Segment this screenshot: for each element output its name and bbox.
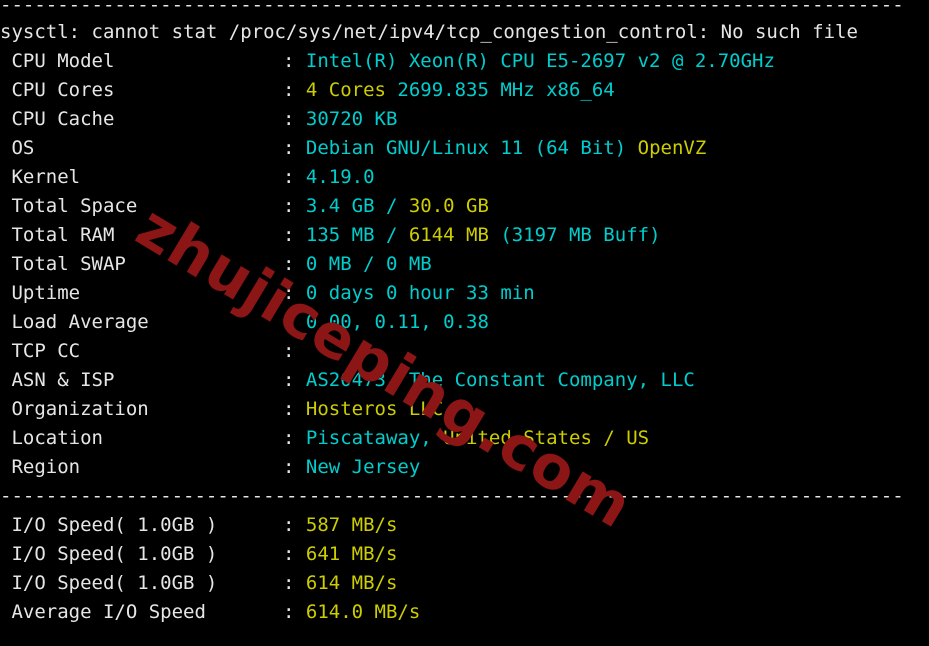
system-info-colon: : (283, 311, 306, 333)
io-speed-colon: : (283, 572, 306, 594)
system-info-colon: : (283, 50, 306, 72)
system-info-value: Piscataway, (305, 427, 444, 449)
io-speed-colon: : (283, 514, 306, 536)
system-info-row: CPU Cores: 4 Cores 2699.835 MHz x86_64 (0, 76, 929, 105)
system-info-label: Location (0, 427, 103, 449)
system-info-row: Total SWAP: 0 MB / 0 MB (0, 250, 929, 279)
io-speed-value: 614.0 MB/s (305, 601, 421, 623)
io-speed-label: I/O Speed( 1.0GB ) (0, 572, 218, 594)
system-info-value: 0 MB / 0 MB (305, 253, 432, 275)
system-info-colon: : (283, 224, 306, 246)
terminal-screen: ----------------------------------------… (0, 0, 929, 646)
io-speed-label: I/O Speed( 1.0GB ) (0, 514, 218, 536)
separator-top: ----------------------------------------… (0, 0, 904, 16)
system-info-value: 0.00, 0.11, 0.38 (305, 311, 489, 333)
system-info-label: CPU Cache (0, 108, 115, 130)
system-info-value: 135 MB / (305, 224, 409, 246)
system-info-value: OpenVZ (637, 137, 707, 159)
system-info-colon: : (283, 398, 306, 420)
system-info-colon: : (283, 108, 306, 130)
system-info-block: CPU Model: Intel(R) Xeon(R) CPU E5-2697 … (0, 47, 929, 482)
system-info-label: Uptime (0, 282, 81, 304)
system-info-value: 6144 MB (408, 224, 501, 246)
system-info-row: Uptime: 0 days 0 hour 33 min (0, 279, 929, 308)
system-info-colon: : (283, 282, 306, 304)
io-speed-label: I/O Speed( 1.0GB ) (0, 543, 218, 565)
system-info-value: 3.4 GB / (305, 195, 409, 217)
system-info-label: Kernel (0, 166, 81, 188)
system-info-row: CPU Cache: 30720 KB (0, 105, 929, 134)
system-info-value: Hosteros LLC (305, 398, 444, 420)
system-info-row: Kernel: 4.19.0 (0, 163, 929, 192)
io-speed-value: 614 MB/s (305, 572, 398, 594)
io-speed-row: I/O Speed( 1.0GB ): 587 MB/s (0, 511, 929, 540)
system-info-value: (3197 MB Buff) (500, 224, 661, 246)
system-info-row: Region: New Jersey (0, 453, 929, 482)
system-info-row: TCP CC: (0, 337, 929, 366)
system-info-value: 0 days 0 hour 33 min (305, 282, 535, 304)
sysctl-error-line: sysctl: cannot stat /proc/sys/net/ipv4/t… (0, 21, 858, 43)
system-info-row: Total Space: 3.4 GB / 30.0 GB (0, 192, 929, 221)
system-info-colon: : (283, 195, 306, 217)
system-info-value: AS20473, The Constant Company, LLC (305, 369, 695, 391)
system-info-value: 2699.835 MHz x86_64 (397, 79, 615, 101)
system-info-colon: : (283, 369, 306, 391)
system-info-value: United States / US (443, 427, 650, 449)
system-info-row: Organization: Hosteros LLC (0, 395, 929, 424)
system-info-label: Organization (0, 398, 149, 420)
system-info-row: Location: Piscataway, United States / US (0, 424, 929, 453)
system-info-label: Total SWAP (0, 253, 126, 275)
io-speed-block: I/O Speed( 1.0GB ): 587 MB/s I/O Speed( … (0, 511, 929, 627)
system-info-label: ASN & ISP (0, 369, 115, 391)
system-info-colon: : (283, 79, 306, 101)
system-info-value: Intel(R) Xeon(R) CPU E5-2697 v2 @ 2.70GH… (305, 50, 775, 72)
system-info-label: TCP CC (0, 340, 81, 362)
io-speed-colon: : (283, 601, 306, 623)
system-info-value: Debian GNU/Linux 11 (64 Bit) (305, 137, 638, 159)
system-info-colon: : (283, 166, 306, 188)
system-info-value: 4.19.0 (305, 166, 375, 188)
io-speed-value: 587 MB/s (305, 514, 398, 536)
system-info-row: CPU Model: Intel(R) Xeon(R) CPU E5-2697 … (0, 47, 929, 76)
system-info-row: OS: Debian GNU/Linux 11 (64 Bit) OpenVZ (0, 134, 929, 163)
system-info-label: Total Space (0, 195, 138, 217)
system-info-row: Load Average: 0.00, 0.11, 0.38 (0, 308, 929, 337)
system-info-label: OS (0, 137, 35, 159)
io-speed-row: I/O Speed( 1.0GB ): 614 MB/s (0, 569, 929, 598)
io-speed-row: Average I/O Speed: 614.0 MB/s (0, 598, 929, 627)
io-speed-value: 641 MB/s (305, 543, 398, 565)
separator-middle: ----------------------------------------… (0, 485, 904, 507)
system-info-value: 4 Cores (305, 79, 398, 101)
system-info-row: ASN & ISP: AS20473, The Constant Company… (0, 366, 929, 395)
system-info-label: CPU Model (0, 50, 115, 72)
system-info-value: 30.0 GB (408, 195, 489, 217)
system-info-colon: : (283, 427, 306, 449)
system-info-label: Load Average (0, 311, 149, 333)
system-info-colon: : (283, 340, 306, 362)
io-speed-label: Average I/O Speed (0, 601, 206, 623)
system-info-label: CPU Cores (0, 79, 115, 101)
system-info-value: 30720 KB (305, 108, 398, 130)
system-info-label: Total RAM (0, 224, 115, 246)
io-speed-colon: : (283, 543, 306, 565)
system-info-value: New Jersey (305, 456, 421, 478)
system-info-colon: : (283, 137, 306, 159)
system-info-colon: : (283, 253, 306, 275)
io-speed-row: I/O Speed( 1.0GB ): 641 MB/s (0, 540, 929, 569)
system-info-label: Region (0, 456, 81, 478)
system-info-row: Total RAM: 135 MB / 6144 MB (3197 MB Buf… (0, 221, 929, 250)
terminal-window: zhujiceping.com ------------------------… (0, 0, 929, 646)
system-info-colon: : (283, 456, 306, 478)
